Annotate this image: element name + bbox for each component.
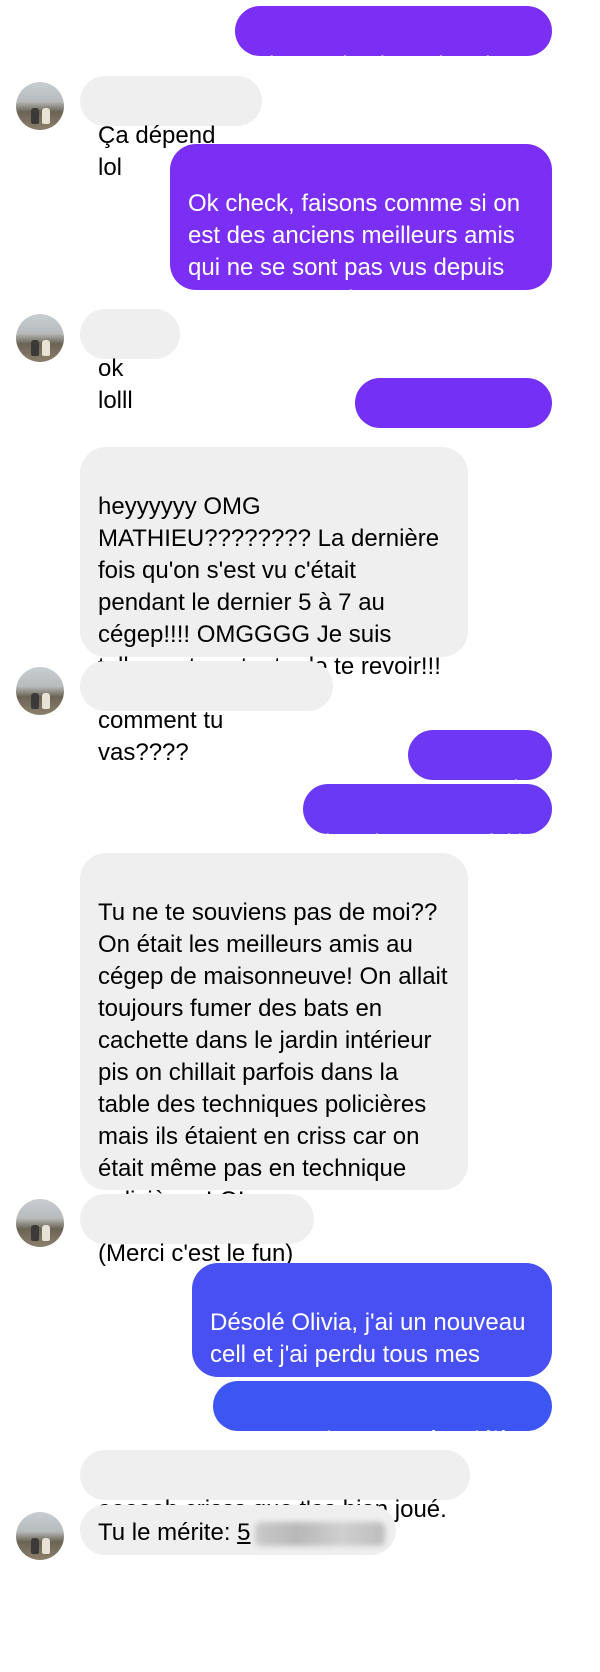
message-text: heyyyyyy OMG MATHIEU???????? La dernière… — [98, 493, 441, 680]
incoming-message[interactable]: heyyyyyy OMG MATHIEU???????? La dernière… — [80, 447, 468, 680]
incoming-message[interactable]: comment tu vas???? — [80, 661, 333, 766]
contact-avatar[interactable] — [16, 1199, 64, 1247]
outgoing-message[interactable]: C'est qui? — [408, 730, 552, 803]
outgoing-message[interactable]: (Ton jeu est parfait) — [303, 784, 552, 857]
incoming-message[interactable]: Tu ne te souviens pas de moi?? On était … — [80, 853, 468, 1214]
incoming-message[interactable]: Tu le mérite: 5 — [80, 1505, 396, 1555]
outgoing-message[interactable]: c'est quoi ton numéro déjà? — [213, 1381, 552, 1454]
contact-avatar[interactable] — [16, 314, 64, 362]
message-text: ok lolll — [98, 355, 133, 414]
outgoing-message[interactable]: tu commences — [355, 378, 552, 451]
contact-avatar[interactable] — [16, 667, 64, 715]
outgoing-message[interactable]: Aime-tu les jeux de roles? — [235, 6, 552, 79]
outgoing-message[interactable]: Ok check, faisons comme si on est des an… — [170, 144, 552, 313]
message-text: Ok check, faisons comme si on est des an… — [188, 190, 521, 313]
contact-avatar[interactable] — [16, 82, 64, 130]
message-text: Tu ne te souviens pas de moi?? On était … — [98, 899, 448, 1214]
message-text: Tu le mérite: — [98, 1519, 238, 1546]
chat-thread: Aime-tu les jeux de roles? Ça dépend lol… — [0, 0, 600, 1672]
incoming-message[interactable]: Ça dépend lol — [80, 76, 262, 181]
message-text: comment tu vas???? — [98, 707, 224, 766]
phone-number-link[interactable]: 5 — [237, 1519, 250, 1546]
redacted-number — [254, 1521, 385, 1546]
contact-avatar[interactable] — [16, 1512, 64, 1560]
incoming-message[interactable]: aaaaah crisss que t'as bien joué. — [80, 1450, 470, 1523]
outgoing-message[interactable]: Désolé Olivia, j'ai un nouveau cell et j… — [192, 1263, 552, 1400]
incoming-message[interactable]: ok lolll — [80, 309, 180, 414]
incoming-message[interactable]: (Merci c'est le fun) — [80, 1194, 314, 1267]
message-text: Aime-tu les jeux de roles? — [253, 52, 530, 79]
